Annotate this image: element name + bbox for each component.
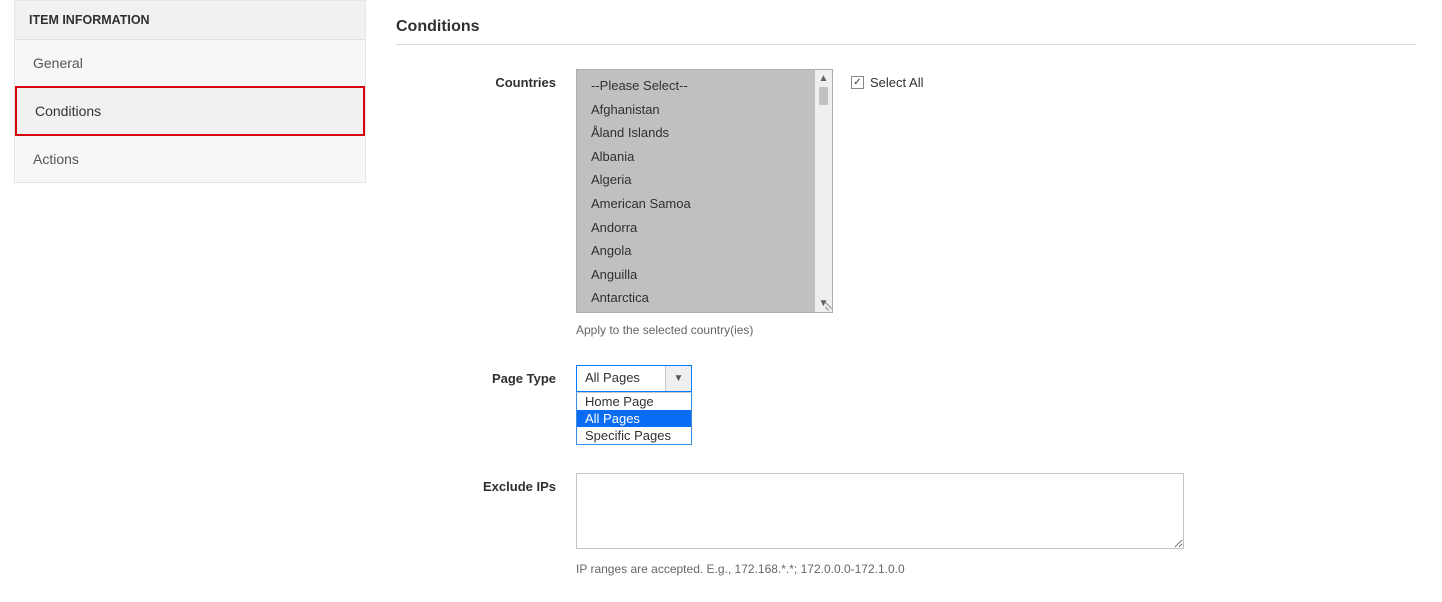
countries-option[interactable]: American Samoa bbox=[577, 192, 815, 216]
page-type-dropdown[interactable]: All Pages ▼ Home Page All Pages Specific… bbox=[576, 365, 692, 445]
field-countries: Countries --Please Select-- Afghanistan … bbox=[396, 69, 1416, 337]
sidebar-item-label: Actions bbox=[33, 151, 79, 167]
countries-option[interactable]: --Please Select-- bbox=[577, 74, 815, 98]
sidebar-item-label: Conditions bbox=[35, 103, 101, 119]
page-type-label: Page Type bbox=[396, 365, 576, 386]
sidebar-item-actions[interactable]: Actions bbox=[15, 136, 365, 182]
countries-list[interactable]: --Please Select-- Afghanistan Åland Isla… bbox=[577, 70, 815, 312]
section-title: Conditions bbox=[396, 18, 1416, 45]
select-all-wrap: ✓ Select All bbox=[833, 69, 923, 90]
exclude-ips-label: Exclude IPs bbox=[396, 473, 576, 494]
sidebar-item-label: General bbox=[33, 55, 83, 71]
countries-option[interactable]: Antarctica bbox=[577, 286, 815, 310]
countries-option[interactable]: Afghanistan bbox=[577, 98, 815, 122]
select-all-checkbox[interactable]: ✓ bbox=[851, 76, 864, 89]
chevron-down-icon[interactable]: ▼ bbox=[665, 366, 691, 391]
sidebar-header: ITEM INFORMATION bbox=[15, 1, 365, 40]
sidebar-item-conditions[interactable]: Conditions bbox=[15, 86, 365, 136]
countries-multiselect[interactable]: --Please Select-- Afghanistan Åland Isla… bbox=[576, 69, 833, 313]
countries-option[interactable]: Algeria bbox=[577, 168, 815, 192]
page-type-options: Home Page All Pages Specific Pages bbox=[576, 392, 692, 445]
countries-option[interactable]: Anguilla bbox=[577, 263, 815, 287]
countries-help: Apply to the selected country(ies) bbox=[576, 323, 833, 337]
page-type-option-specific[interactable]: Specific Pages bbox=[577, 427, 691, 444]
exclude-ips-textarea[interactable] bbox=[576, 473, 1184, 549]
countries-scrollbar[interactable]: ▲ ▼ bbox=[815, 70, 832, 312]
field-page-type: Page Type All Pages ▼ Home Page All Page… bbox=[396, 365, 1416, 445]
sidebar-item-general[interactable]: General bbox=[15, 40, 365, 86]
countries-option[interactable]: Andorra bbox=[577, 216, 815, 240]
scroll-up-icon[interactable]: ▲ bbox=[815, 70, 832, 87]
sidebar: ITEM INFORMATION General Conditions Acti… bbox=[14, 0, 366, 183]
select-all-label: Select All bbox=[870, 75, 923, 90]
countries-label: Countries bbox=[396, 69, 576, 90]
page-type-option-home[interactable]: Home Page bbox=[577, 393, 691, 410]
resize-handle-icon[interactable] bbox=[818, 298, 832, 312]
field-exclude-ips: Exclude IPs IP ranges are accepted. E.g.… bbox=[396, 473, 1416, 576]
countries-option[interactable]: Åland Islands bbox=[577, 121, 815, 145]
exclude-ips-help: IP ranges are accepted. E.g., 172.168.*.… bbox=[576, 562, 1184, 576]
main-panel: Conditions Countries --Please Select-- A… bbox=[366, 0, 1442, 602]
scroll-thumb[interactable] bbox=[819, 87, 828, 105]
countries-option[interactable]: Angola bbox=[577, 239, 815, 263]
countries-option[interactable]: Albania bbox=[577, 145, 815, 169]
page-type-selected[interactable]: All Pages ▼ bbox=[576, 365, 692, 392]
page-type-option-all[interactable]: All Pages bbox=[577, 410, 691, 427]
page-type-selected-text: All Pages bbox=[577, 366, 665, 391]
